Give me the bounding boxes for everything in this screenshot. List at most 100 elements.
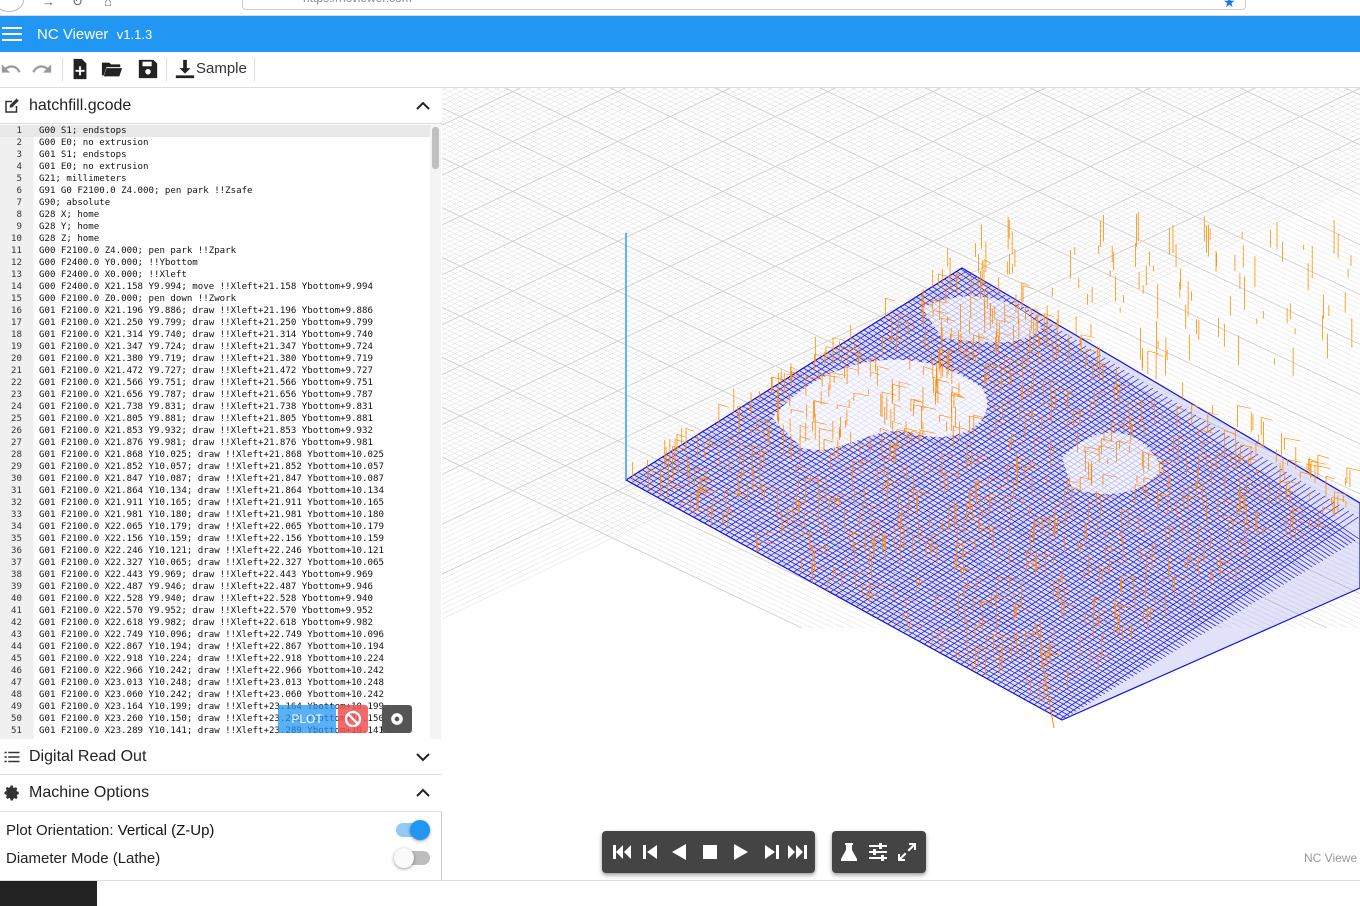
code-editor[interactable]: 1G00 S1; endstops2G00 E0; no extrusion3G…	[0, 125, 442, 739]
skip-to-end-icon[interactable]	[785, 840, 811, 864]
code-line: 6G91 G0 F2100.0 Z4.000; pen park !!Zsafe	[0, 185, 430, 197]
line-number: 1	[0, 125, 22, 137]
line-code: G01 F2100.0 X23.013 Y10.248; draw !!Xlef…	[39, 677, 384, 689]
hamburger-menu-icon[interactable]	[2, 24, 22, 44]
dro-panel-header[interactable]: Digital Read Out	[0, 739, 442, 775]
toolbar-divider	[254, 58, 255, 82]
machine-options-header[interactable]: Machine Options	[0, 775, 442, 812]
line-code: G01 F2100.0 X21.864 Y10.134; draw !!Xlef…	[39, 485, 384, 497]
redo-icon[interactable]	[31, 58, 53, 82]
line-number: 27	[0, 437, 22, 449]
line-code: G21; millimeters	[39, 173, 127, 185]
line-number: 6	[0, 185, 22, 197]
save-icon[interactable]	[137, 58, 159, 82]
play-reverse-icon[interactable]	[666, 840, 692, 864]
undo-icon[interactable]	[0, 58, 22, 82]
line-number: 9	[0, 221, 22, 233]
new-file-icon[interactable]	[69, 58, 91, 82]
viewer-watermark: NC Viewe	[1304, 851, 1357, 865]
open-folder-icon[interactable]	[101, 58, 123, 82]
code-line: 8G28 X; home	[0, 209, 430, 221]
chevron-up-icon[interactable]	[416, 100, 430, 112]
diameter-mode-toggle[interactable]	[396, 851, 430, 865]
toggle-knob	[410, 820, 430, 840]
line-code: G01 E0; no extrusion	[39, 161, 149, 173]
line-number: 7	[0, 197, 22, 209]
step-back-icon[interactable]	[638, 840, 664, 864]
plot-settings-button[interactable]	[382, 705, 412, 733]
line-number: 50	[0, 713, 22, 725]
line-code: G01 F2100.0 X21.805 Y9.881; draw !!Xleft…	[39, 413, 373, 425]
flask-icon[interactable]	[836, 840, 862, 864]
line-number: 24	[0, 401, 22, 413]
skip-to-start-icon[interactable]	[610, 840, 636, 864]
code-line: 7G90; absolute	[0, 197, 430, 209]
line-number: 47	[0, 677, 22, 689]
line-code: G01 F2100.0 X21.656 Y9.787; draw !!Xleft…	[39, 389, 373, 401]
code-line: 47 G01 F2100.0 X23.013 Y10.248; draw !!Xl…	[0, 677, 430, 689]
code-line: 5G21; millimeters	[0, 173, 430, 185]
code-line: 35G01 F2100.0 X22.156 Y10.159; draw !!Xl…	[0, 533, 430, 545]
toolpath-canvas[interactable]	[442, 88, 1360, 880]
code-line: 9 G28 Y; home	[0, 221, 430, 233]
sample-button[interactable]: Sample	[174, 58, 250, 82]
line-code: G01 F2100.0 X22.156 Y10.159; draw !!Xlef…	[39, 533, 384, 545]
line-code: G01 F2100.0 X21.876 Y9.981; draw !!Xleft…	[39, 437, 373, 449]
plot-orientation-toggle[interactable]	[396, 823, 430, 837]
line-code: G01 F2100.0 X21.981 Y10.180; draw !!Xlef…	[39, 509, 384, 521]
editor-scrollbar[interactable]	[430, 125, 441, 739]
home-icon[interactable]: ⌂	[104, 0, 112, 9]
line-number: 37	[0, 557, 22, 569]
code-line: 24G01 F2100.0 X21.738 Y9.831; draw !!Xle…	[0, 401, 430, 413]
browser-chrome: → ↻ ⌂ https://ncviewer.com ★	[0, 0, 1360, 16]
line-number: 49	[0, 701, 22, 713]
file-name: hatchfill.gcode	[29, 97, 131, 115]
toolbar: Sample	[0, 52, 1360, 88]
code-line: 14G00 F2400.0 X21.158 Y9.994; move !!Xle…	[0, 281, 430, 293]
file-panel-header[interactable]: hatchfill.gcode	[0, 88, 442, 124]
toggle-knob	[394, 848, 414, 868]
back-nav-circle[interactable]	[0, 0, 24, 12]
line-code: G01 F2100.0 X22.443 Y9.969; draw !!Xleft…	[39, 569, 373, 581]
sample-label: Sample	[196, 60, 247, 77]
line-number: 11	[0, 245, 22, 257]
line-code: G28 Y; home	[39, 221, 99, 233]
code-line: 11G00 F2100.0 Z4.000; pen park !!Zpark	[0, 245, 430, 257]
edit-file-icon	[3, 97, 21, 115]
line-number: 28	[0, 449, 22, 461]
step-forward-icon[interactable]	[758, 840, 784, 864]
line-code: G01 F2100.0 X21.868 Y10.025; draw !!Xlef…	[39, 449, 384, 461]
code-line: 18G01 F2100.0 X21.314 Y9.740; draw !!Xle…	[0, 329, 430, 341]
chevron-up-icon[interactable]	[416, 787, 430, 799]
play-icon[interactable]	[728, 840, 754, 864]
chevron-down-icon[interactable]	[416, 751, 430, 763]
code-line: 41G01 F2100.0 X22.570 Y9.952; draw !!Xle…	[0, 605, 430, 617]
3d-viewer[interactable]	[442, 88, 1360, 880]
cancel-plot-button[interactable]	[338, 705, 368, 733]
stop-icon[interactable]	[697, 840, 723, 864]
diameter-mode-label: Diameter Mode (Lathe)	[6, 850, 160, 867]
line-number: 20	[0, 353, 22, 365]
line-number: 22	[0, 377, 22, 389]
line-code: G01 F2100.0 X21.472 Y9.727; draw !!Xleft…	[39, 365, 373, 377]
forward-icon[interactable]: →	[42, 0, 55, 9]
line-code: G28 Z; home	[39, 233, 99, 245]
line-number: 12	[0, 257, 22, 269]
line-number: 18	[0, 329, 22, 341]
fullscreen-icon[interactable]	[894, 840, 920, 864]
code-line: 4G01 E0; no extrusion	[0, 161, 430, 173]
code-line: 43G01 F2100.0 X22.749 Y10.096; draw !!Xl…	[0, 629, 430, 641]
sliders-icon[interactable]	[865, 840, 891, 864]
reload-icon[interactable]: ↻	[72, 0, 83, 10]
code-line: 16G01 F2100.0 X21.196 Y9.886; draw !!Xle…	[0, 305, 430, 317]
scrollbar-thumb[interactable]	[432, 127, 439, 169]
code-line: 29G01 F2100.0 X21.852 Y10.057; draw !!Xl…	[0, 461, 430, 473]
address-bar[interactable]: https://ncviewer.com	[242, 0, 1246, 10]
code-line: 10G28 Z; home	[0, 233, 430, 245]
line-code: G01 F2100.0 X22.528 Y9.940; draw !!Xleft…	[39, 593, 373, 605]
plot-button[interactable]: PLOT	[278, 705, 336, 733]
code-line: 3G01 S1; endstops	[0, 149, 430, 161]
bookmark-star-icon[interactable]: ★	[1223, 0, 1236, 11]
app-title: NC Viewer v1.1.3	[37, 26, 152, 43]
code-line: 21G01 F2100.0 X21.472 Y9.727; draw !!Xle…	[0, 365, 430, 377]
